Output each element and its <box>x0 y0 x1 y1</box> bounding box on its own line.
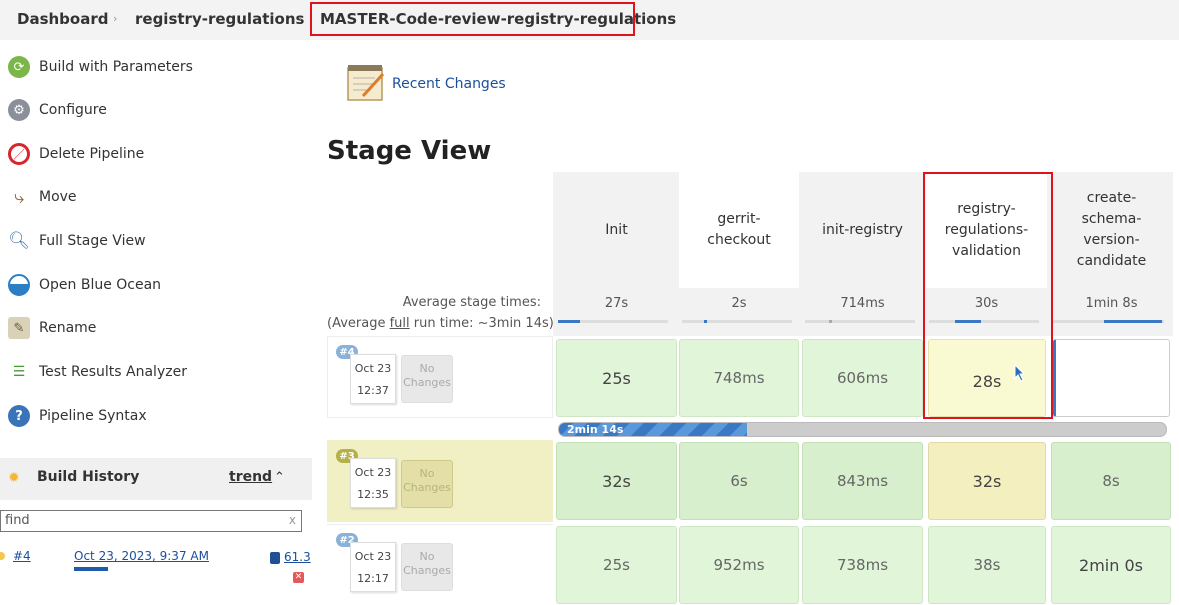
sidebar-item-label: Full Stage View <box>39 233 146 249</box>
sidebar-item-test-results-analyzer[interactable]: ☰ Test Results Analyzer <box>8 360 187 384</box>
build-date-card-3: Oct 23 12:35 <box>350 458 396 508</box>
magnifier-icon: 🔍︎ <box>8 230 30 252</box>
build-time: 12:17 <box>357 572 389 585</box>
sidebar-item-label: Build with Parameters <box>39 59 193 75</box>
build-4-progress-bar <box>558 422 1167 437</box>
clear-find-icon[interactable]: x <box>289 513 296 527</box>
build-history-title: Build History <box>37 469 140 485</box>
avg-time-init: 27s <box>604 296 629 311</box>
average-stage-times-label: Average stage times: <box>402 295 541 310</box>
avg-run-suffix: run time: ~3min 14s) <box>409 316 554 331</box>
stage-cell-3-init[interactable]: 32s <box>556 442 677 520</box>
sidebar-item-full-stage-view[interactable]: 🔍︎ Full Stage View <box>8 229 146 253</box>
stage-cell-4-create-schema[interactable] <box>1053 339 1170 417</box>
build-date-card-2: Oct 23 12:17 <box>350 542 396 592</box>
stage-cell-3-gerrit-checkout[interactable]: 6s <box>679 442 799 520</box>
breadcrumb-separator: › <box>647 12 652 25</box>
sidebar-item-build-with-parameters[interactable]: ⟳ Build with Parameters <box>8 55 193 79</box>
stage-name: create-schema-version-candidate <box>1076 190 1147 269</box>
sidebar-item-move[interactable]: ⤷ Move <box>8 185 77 209</box>
stage-header-create-schema-version-candidate: create-schema-version-candidate <box>1050 172 1173 288</box>
breadcrumb-separator: › <box>298 12 303 25</box>
build-time: 12:37 <box>357 384 389 397</box>
highlight-box-validation-column <box>923 172 1053 419</box>
find-placeholder: find <box>5 513 30 528</box>
console-icon[interactable] <box>270 552 280 564</box>
build-date: Oct 23 <box>354 362 392 375</box>
recent-changes-link[interactable]: Recent Changes <box>392 76 506 92</box>
stage-cell-3-validation[interactable]: 32s <box>928 442 1046 520</box>
sidebar-item-label: Open Blue Ocean <box>39 277 162 293</box>
breadcrumb: Dashboard › registry-regulations › MASTE… <box>0 0 1179 40</box>
build-date: Oct 23 <box>354 466 392 479</box>
stage-cell-3-create-schema[interactable]: 8s <box>1051 442 1171 520</box>
sidebar-item-label: Rename <box>39 320 97 336</box>
sun-icon: ✹ <box>8 470 20 486</box>
average-run-time: (Average full run time: ~3min 14s) <box>327 316 554 331</box>
sidebar-item-label: Pipeline Syntax <box>39 408 147 424</box>
sidebar-item-label: Configure <box>39 102 107 118</box>
stage-name: init-registry <box>822 221 903 238</box>
build-date-link[interactable]: Oct 23, 2023, 9:37 AM <box>74 549 209 563</box>
avg-run-prefix: (Average <box>327 316 390 331</box>
no-changes-badge-4: No Changes <box>401 355 453 403</box>
stage-cell-4-init-registry[interactable]: 606ms <box>802 339 923 417</box>
no-changes-badge-2: No Changes <box>401 543 453 591</box>
stage-name: Init <box>605 221 628 238</box>
sidebar-item-label: Test Results Analyzer <box>39 364 187 380</box>
sidebar-item-label: Delete Pipeline <box>39 146 145 162</box>
stage-view-title: Stage View <box>327 136 492 166</box>
avg-time-gerrit-checkout: 2s <box>731 296 747 311</box>
sidebar-item-configure[interactable]: ⚙ Configure <box>8 98 107 122</box>
highlight-box-breadcrumb <box>310 2 635 36</box>
stage-cell-2-gerrit-checkout[interactable]: 952ms <box>679 526 799 604</box>
stage-cell-4-init[interactable]: 25s <box>556 339 677 417</box>
stage-cell-2-init-registry[interactable]: 738ms <box>802 526 923 604</box>
avg-time-create-schema: 1min 8s <box>1085 296 1138 311</box>
build-status-icon <box>0 552 5 560</box>
build-history-header: ✹ Build History trend ⌃ <box>0 458 312 500</box>
build-date: Oct 23 <box>354 550 392 563</box>
notepad-icon <box>345 62 387 104</box>
abort-build-icon[interactable]: ✕ <box>293 572 304 583</box>
sidebar-item-delete-pipeline[interactable]: ／ Delete Pipeline <box>8 142 144 166</box>
no-entry-icon: ／ <box>8 143 30 165</box>
sidebar-item-label: Move <box>39 189 77 205</box>
sidebar-item-pipeline-syntax[interactable]: ? Pipeline Syntax <box>8 404 147 428</box>
gear-icon: ⚙ <box>8 99 30 121</box>
stage-header-init: Init <box>556 172 677 288</box>
build-size-link[interactable]: 61.3 <box>284 550 311 564</box>
full-run-link[interactable]: full <box>390 316 410 331</box>
breadcrumb-dashboard[interactable]: Dashboard <box>17 10 108 28</box>
build-time: 12:35 <box>357 488 389 501</box>
stage-cell-2-validation[interactable]: 38s <box>928 526 1046 604</box>
sidebar-item-open-blue-ocean[interactable]: Open Blue Ocean <box>8 273 161 297</box>
trend-link[interactable]: trend <box>229 469 272 485</box>
build-date-card-4: Oct 23 12:37 <box>350 354 396 404</box>
stage-cell-2-create-schema[interactable]: 2min 0s <box>1051 526 1171 604</box>
move-icon: ⤷ <box>8 186 30 208</box>
avg-time-init-registry: 714ms <box>840 296 885 311</box>
build-parameters-icon: ⟳ <box>8 56 30 78</box>
progress-label: 2min 14s <box>567 423 624 436</box>
rename-icon: ✎ <box>8 317 30 339</box>
collapse-chevron-icon[interactable]: ⌃ <box>274 470 285 485</box>
stage-header-init-registry: init-registry <box>802 172 923 288</box>
stage-cell-4-gerrit-checkout[interactable]: 748ms <box>679 339 799 417</box>
build-history-find-input[interactable]: find x <box>0 510 302 532</box>
help-icon: ? <box>8 405 30 427</box>
build-progress-bar <box>74 567 108 571</box>
stage-cell-3-init-registry[interactable]: 843ms <box>802 442 923 520</box>
sidebar-item-rename[interactable]: ✎ Rename <box>8 316 96 340</box>
blue-ocean-icon <box>8 274 30 296</box>
breadcrumb-registry-regulations[interactable]: registry-regulations <box>135 10 304 28</box>
test-results-icon: ☰ <box>8 361 30 383</box>
build-number-link[interactable]: #4 <box>13 549 31 563</box>
stage-cell-2-init[interactable]: 25s <box>556 526 677 604</box>
no-changes-badge-3: No Changes <box>401 460 453 508</box>
stage-name: gerrit-checkout <box>707 211 771 248</box>
breadcrumb-separator: › <box>113 12 118 25</box>
stage-header-gerrit-checkout: gerrit-checkout <box>679 172 799 288</box>
